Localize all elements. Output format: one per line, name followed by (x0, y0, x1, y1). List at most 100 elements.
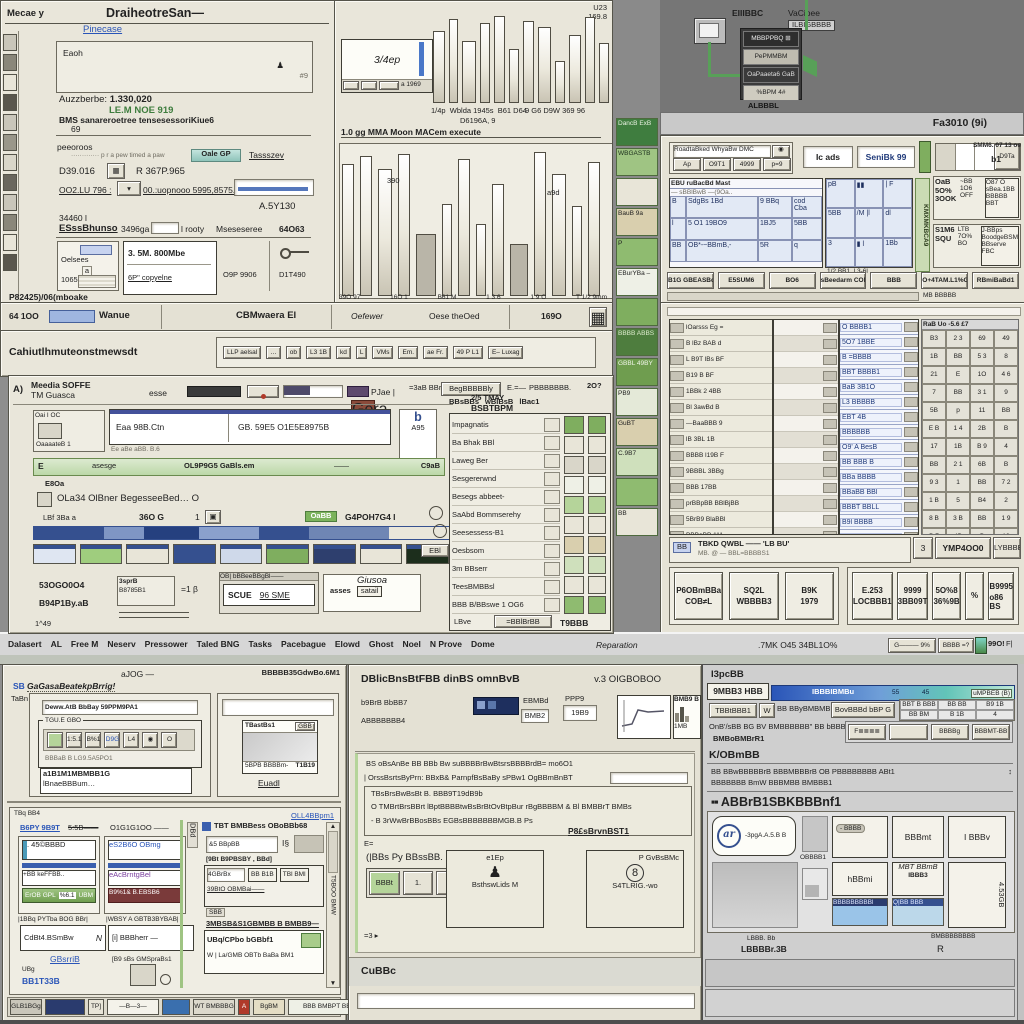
vertical-bar[interactable] (534, 152, 546, 296)
grid-cell[interactable]: 7 (922, 384, 946, 402)
vertical-bar[interactable] (523, 21, 534, 103)
grid-cell[interactable]: 2 1 (946, 456, 970, 474)
grid-cell[interactable]: 5 (946, 492, 970, 510)
vertical-bar[interactable] (569, 35, 581, 103)
vertical-bar[interactable] (433, 31, 445, 103)
effect-row[interactable]: Besegs abbeet- (452, 488, 560, 506)
rail-tool-icon[interactable] (3, 114, 17, 131)
grid-cell[interactable]: 21 (922, 366, 946, 384)
window-thumbnail[interactable] (313, 544, 356, 564)
row-button-2[interactable]: W (759, 703, 775, 718)
grid-button[interactable]: ▦ (107, 163, 125, 179)
big-button[interactable]: B9K1979 (785, 572, 834, 620)
green-cell[interactable]: BBBB ABBS (616, 328, 658, 356)
green-cell[interactable]: DancB ExB (616, 118, 658, 146)
table-cell[interactable]: B (670, 196, 686, 218)
ebl-button[interactable]: EBl (421, 544, 449, 557)
tiny-button[interactable] (379, 81, 399, 90)
toolbar-button[interactable]: p=9 (763, 158, 791, 171)
table-cell[interactable]: cod Cba (792, 196, 822, 218)
list-row[interactable]: B lBz BAB d (670, 336, 772, 352)
striped-row[interactable] (774, 336, 838, 352)
toolbar-input[interactable] (283, 385, 343, 398)
grid-cell[interactable]: E (946, 366, 970, 384)
dialog-preview-1[interactable]: OB| bBBeeBBgBl—— SCUE 96 SME (219, 572, 319, 614)
striped-row[interactable] (774, 448, 838, 464)
blue-thumb-2[interactable]: Q|BB BBB (892, 898, 944, 926)
vertical-bar[interactable] (442, 204, 452, 296)
thumb-cell[interactable] (588, 516, 606, 534)
blue-row[interactable]: BaB 3B1O (840, 380, 918, 395)
grid-cell[interactable]: B (994, 456, 1018, 474)
grid-cell[interactable]: 6B (970, 456, 994, 474)
toolbar-cell[interactable]: ◉ (142, 732, 158, 748)
blue-row[interactable]: 5O7 1BBE (840, 335, 918, 350)
blue-row[interactable]: B9l BBBB (840, 515, 918, 530)
menu-item[interactable]: Ghost (369, 639, 394, 649)
taskbar-thumb[interactable]: —B—3— (107, 999, 159, 1015)
green-cell[interactable]: BauB 9a (616, 208, 658, 236)
thumb-cell[interactable] (564, 496, 584, 514)
menu-item[interactable]: Noel (402, 639, 420, 649)
tab-label-1[interactable]: B6PY 9B9T (20, 824, 60, 833)
grid-cell[interactable]: 1 4 (946, 420, 970, 438)
radio-option-2[interactable]: - B 3rWwBrBBosBBs EGBsBBBBBBBMGB.B Ps (371, 817, 533, 826)
big-button[interactable]: % (965, 572, 985, 620)
grid-cell[interactable]: 4B (946, 528, 970, 535)
grid-cell[interactable]: p (946, 402, 970, 420)
big-button[interactable]: 99993BB09T (897, 572, 929, 620)
green-cell[interactable]: GuBT (616, 418, 658, 446)
grid-cell[interactable]: 4 (994, 438, 1018, 456)
effect-row[interactable]: Oesbsom (452, 542, 560, 560)
framed-button[interactable]: F≣≣≣≣ (848, 724, 886, 740)
big-button[interactable]: B9995o86 BS (988, 572, 1014, 620)
grid-cell[interactable]: 11 (970, 402, 994, 420)
rail-tool-icon[interactable] (3, 174, 17, 191)
taskbar-thumb[interactable]: BgBM 9Bsw (253, 999, 285, 1015)
ded-tab[interactable]: DBd (187, 822, 198, 848)
menu-item[interactable]: Taled BNG (197, 639, 240, 649)
green-cell[interactable] (616, 298, 658, 326)
blue-thumb-1[interactable]: BBBBBBBBBl (832, 898, 888, 926)
taskbar-button[interactable]: G——— 9% (888, 638, 936, 653)
grid-cell[interactable]: 1B (922, 348, 946, 366)
taskbar-thumb[interactable] (162, 999, 190, 1015)
rail-tool-icon[interactable] (3, 74, 17, 91)
grid-cell[interactable]: BB (970, 474, 994, 492)
window-thumbnail[interactable] (80, 544, 123, 564)
card-9[interactable]: MBT BBmB IBBB3 (892, 862, 944, 896)
thumb-cell[interactable] (564, 556, 584, 574)
list-row[interactable]: BBB 17BB (670, 480, 772, 496)
vertical-bar[interactable] (480, 23, 490, 103)
table-cell[interactable]: 9 BBq (758, 196, 792, 218)
tassszev-link[interactable]: Tassszev (249, 150, 284, 160)
table-cell[interactable]: 5BB (826, 208, 855, 237)
grid-cell[interactable]: 12 (994, 528, 1018, 535)
menu-item[interactable]: N Prove (430, 639, 462, 649)
grid-cell[interactable]: B3 (922, 330, 946, 348)
blue-input[interactable] (49, 310, 95, 323)
blue-row[interactable]: B =BBBB (840, 350, 918, 365)
taskbar-thumb[interactable]: A (238, 999, 250, 1015)
navy-thumb[interactable] (473, 697, 519, 715)
rail-tool-icon[interactable] (3, 234, 17, 251)
dialog-preview-2[interactable]: Giusoa asses satail (323, 574, 421, 612)
grid-cell[interactable]: 1B (946, 438, 970, 456)
preview-button[interactable]: GBB (295, 722, 315, 731)
vertical-bar[interactable] (492, 184, 504, 296)
big-button[interactable]: E.253LOCBBB1 (852, 572, 893, 620)
group-cell[interactable]: 4 (976, 710, 1014, 720)
rail-tool-icon[interactable] (3, 34, 17, 51)
thumb-cell[interactable] (564, 536, 584, 554)
mouse-icon2[interactable] (433, 524, 447, 538)
ymp-button[interactable]: YMP4OO0 (935, 537, 991, 559)
blue-row[interactable]: BBaBB BBl (840, 485, 918, 500)
taskbar-thumb[interactable] (45, 999, 85, 1015)
thumb-cell[interactable] (564, 476, 584, 494)
rail-tool-icon[interactable] (3, 254, 17, 271)
blue-row[interactable]: O BBBB1 (840, 320, 918, 335)
status-input[interactable] (357, 993, 695, 1009)
window-thumbnail[interactable] (33, 544, 76, 564)
blue-row[interactable]: O9' A BesB (840, 440, 918, 455)
thumb-cell[interactable] (588, 556, 606, 574)
